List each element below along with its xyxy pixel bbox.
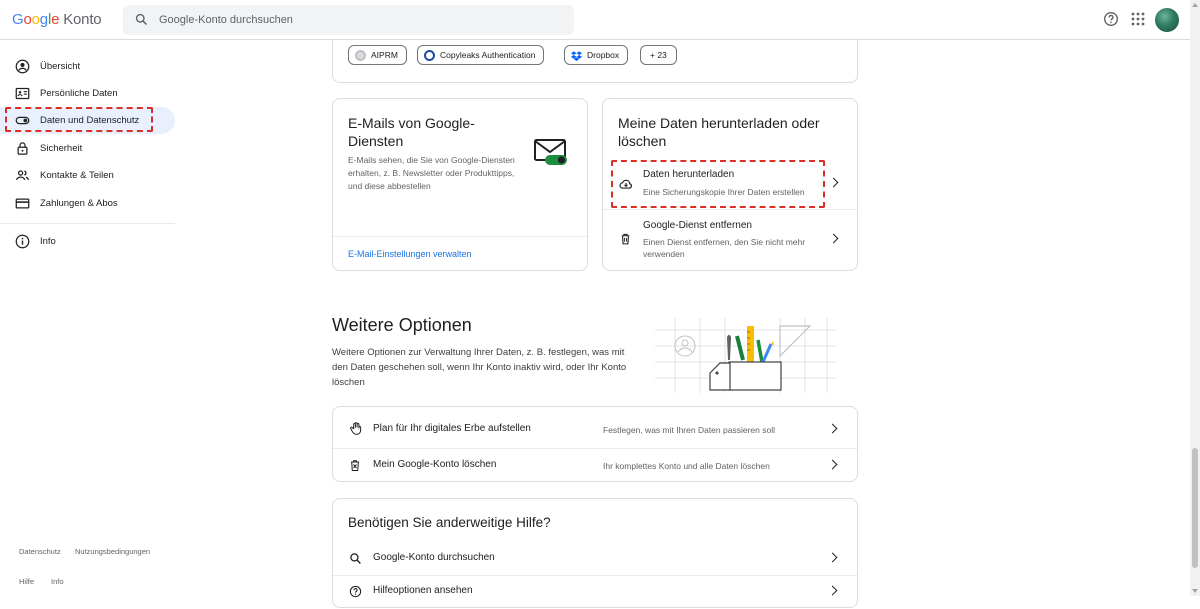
trash-icon (621, 233, 630, 245)
id-card-icon (15, 87, 30, 100)
sidebar-item-label: Persönliche Daten (40, 88, 118, 99)
aiprm-icon (355, 49, 366, 61)
email-toggle-icon (534, 139, 567, 165)
search-bar[interactable] (123, 5, 574, 35)
download-data-subtitle: Eine Sicherungskopie Ihrer Daten erstell… (643, 187, 805, 197)
cloud-download-icon (619, 179, 632, 189)
app-chip-copyleaks[interactable]: Copyleaks Authentication (417, 45, 545, 65)
app-header: Google Konto (0, 0, 1190, 40)
sidebar-item-label: Zahlungen & Abos (40, 198, 118, 209)
chevron-right-icon (828, 177, 839, 188)
download-delete-card: Meine Daten herunterladen oder löschen D… (602, 98, 858, 271)
more-options-heading: Weitere Optionen (332, 315, 472, 335)
download-data-title: Daten herunterladen (643, 169, 735, 180)
remove-service-title: Google-Dienst entfernen (643, 220, 752, 231)
download-card-title: Meine Daten herunterladen oder löschen (618, 115, 820, 149)
app-chip-dropbox[interactable]: Dropbox (564, 45, 629, 65)
footer-help-link[interactable]: Hilfe (19, 577, 34, 586)
remove-service-row[interactable]: Google-Dienst entfernen Einen Dienst ent… (603, 210, 857, 270)
logo-google-text: Google (12, 11, 60, 28)
copyleaks-icon (424, 49, 435, 61)
email-card: E-Mails von Google-Diensten E-Mails sehe… (332, 98, 588, 271)
chevron-right-icon (827, 552, 838, 563)
search-icon (350, 553, 361, 564)
sidebar-item-sicherheit[interactable]: Sicherheit (0, 135, 175, 162)
account-circle-icon (15, 59, 30, 74)
delete-account-icon (351, 460, 359, 471)
footer-terms-link[interactable]: Nutzungsbedingungen (75, 547, 150, 556)
digital-legacy-subtitle: Festlegen, was mit Ihren Daten passieren… (603, 425, 775, 435)
chevron-right-icon (827, 585, 838, 596)
sidebar-item-daten-und-datenschutz[interactable]: Daten und Datenschutz (0, 107, 175, 134)
logo-product-text: Konto (63, 11, 102, 28)
more-options-description: Weitere Optionen zur Verwaltung Ihrer Da… (332, 347, 627, 388)
sidebar-item-label: Übersicht (40, 61, 81, 72)
google-konto-logo[interactable]: Google Konto (12, 11, 102, 28)
page-scrollbar[interactable] (1190, 0, 1200, 596)
chip-row: AIPRM Copyleaks Authentication Dropbox +… (333, 38, 857, 83)
app-chip-aiprm[interactable]: AIPRM (348, 45, 407, 65)
digital-legacy-title: Plan für Ihr digitales Erbe aufstellen (373, 423, 531, 434)
hand-icon (350, 422, 362, 435)
footer-privacy-link[interactable]: Datenschutz (19, 547, 61, 556)
help-card: Benötigen Sie anderweitige Hilfe? Google… (332, 498, 858, 608)
delete-account-row[interactable]: Mein Google-Konto löschen Ihr komplettes… (333, 449, 857, 482)
help-options-row[interactable]: Hilfeoptionen ansehen (333, 576, 857, 609)
email-card-title: E-Mails von Google-Diensten (348, 115, 475, 149)
email-card-description: E-Mails sehen, die Sie von Google-Dienst… (348, 155, 515, 191)
delete-account-subtitle: Ihr komplettes Konto und alle Daten lösc… (603, 461, 770, 471)
search-input[interactable] (159, 11, 559, 29)
search-icon (135, 13, 148, 26)
footer-info-link[interactable]: Info (51, 577, 64, 586)
help-icon[interactable] (1103, 11, 1119, 27)
people-icon (15, 170, 30, 181)
tools-illustration (655, 318, 837, 393)
scroll-up-arrow[interactable] (1192, 3, 1198, 7)
chip-label: Dropbox (587, 50, 620, 60)
sidebar-item-label: Info (40, 236, 56, 247)
scroll-down-arrow[interactable] (1192, 589, 1198, 593)
remove-service-subtitle: Einen Dienst entfernen, den Sie nicht me… (643, 237, 806, 259)
help-card-title: Benötigen Sie anderweitige Hilfe? (348, 515, 551, 530)
credit-card-icon (15, 198, 30, 209)
info-icon (15, 234, 30, 249)
app-chip-more[interactable]: + 23 (640, 45, 677, 65)
search-account-row[interactable]: Google-Konto durchsuchen (333, 542, 857, 575)
sidebar-item-persoenliche-daten[interactable]: Persönliche Daten (0, 80, 175, 107)
download-data-row[interactable]: Daten herunterladen Eine Sicherungskopie… (603, 159, 857, 209)
avatar[interactable] (1155, 8, 1179, 32)
sidebar-item-label: Daten und Datenschutz (40, 115, 140, 126)
sidebar-divider (0, 223, 175, 224)
chevron-right-icon (827, 459, 838, 470)
dropbox-icon (571, 50, 582, 61)
more-options-card: Plan für Ihr digitales Erbe aufstellen F… (332, 406, 858, 482)
help-circle-icon (349, 585, 362, 598)
sidebar-item-info[interactable]: Info (0, 228, 175, 255)
apps-grid-icon[interactable] (1131, 12, 1145, 26)
lock-icon (17, 142, 28, 155)
digital-legacy-row[interactable]: Plan für Ihr digitales Erbe aufstellen F… (333, 407, 857, 448)
toggle-icon (15, 116, 30, 125)
search-account-title: Google-Konto durchsuchen (373, 552, 495, 563)
chip-label: AIPRM (371, 50, 398, 60)
chip-label: Copyleaks Authentication (440, 50, 536, 60)
chevron-right-icon (828, 233, 839, 244)
sidebar-item-label: Sicherheit (40, 143, 83, 154)
sidebar-item-kontakte-teilen[interactable]: Kontakte & Teilen (0, 162, 175, 189)
delete-account-title: Mein Google-Konto löschen (373, 459, 497, 470)
sidebar-nav: Übersicht Persönliche Daten Daten und Da… (0, 40, 180, 596)
chevron-right-icon (827, 423, 838, 434)
email-settings-link[interactable]: E-Mail-Einstellungen verwalten (348, 249, 472, 259)
chip-label: + 23 (650, 50, 667, 60)
sidebar-item-label: Kontakte & Teilen (40, 170, 114, 181)
scrollbar-thumb[interactable] (1192, 448, 1198, 568)
sidebar-item-uebersicht[interactable]: Übersicht (0, 53, 175, 80)
sidebar-item-zahlungen-abos[interactable]: Zahlungen & Abos (0, 190, 175, 217)
help-options-title: Hilfeoptionen ansehen (373, 585, 473, 596)
